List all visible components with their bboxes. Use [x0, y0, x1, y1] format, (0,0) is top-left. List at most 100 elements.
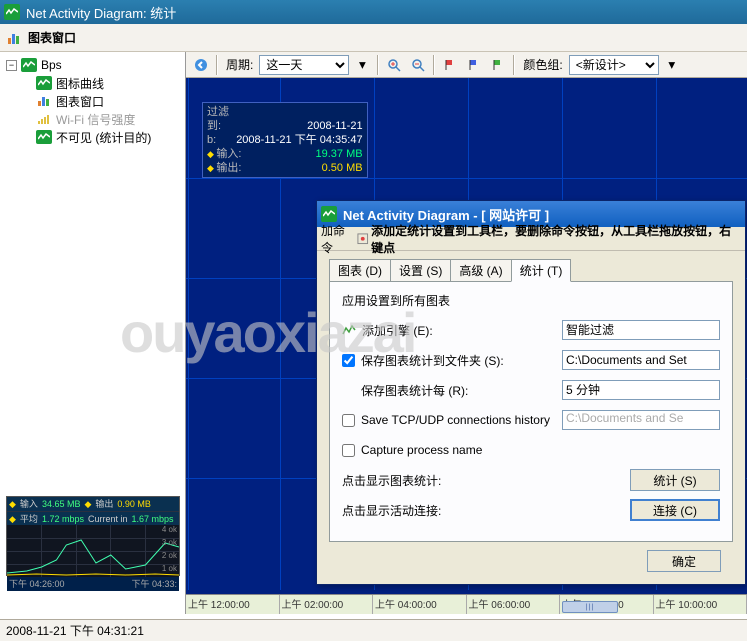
flag-red-button[interactable] — [439, 54, 461, 76]
window-title: Net Activity Diagram: 统计 — [26, 3, 176, 22]
mini-traffic-widget[interactable]: ◆ 输入 34.65 MB ◆ 输出 0.90 MB ◆ 平均 1.72 mbp… — [6, 496, 180, 576]
status-text: 2008-11-21 下午 04:31:21 — [6, 622, 144, 639]
time-tick: 上午 10:00:00 — [654, 595, 747, 614]
settings-dialog: Net Activity Diagram - [ 网站许可 ] 加命令 添加定统… — [316, 200, 746, 585]
tool-icon — [356, 232, 369, 246]
mini-in-value: 34.65 MB — [40, 497, 83, 511]
period-label: 周期: — [226, 56, 253, 73]
chart-icon — [36, 94, 52, 108]
time-tick: 上午 12:00:00 — [186, 595, 280, 614]
save-folder-checkbox[interactable] — [342, 354, 355, 367]
tooltip-value: 19.37 MB — [315, 147, 362, 161]
mini-chart: 4 ok3 ok2 ok1 ok — [7, 525, 179, 577]
zoom-out-button[interactable] — [407, 54, 429, 76]
capture-process-label: Capture process name — [361, 443, 482, 457]
connections-button[interactable]: 连接 (C) — [630, 499, 720, 521]
mini-in-label: 输入 — [18, 497, 40, 511]
tree-item[interactable]: Wi-Fi 信号强度 — [2, 110, 183, 128]
sub-toolbar-label: 图表窗口 — [28, 29, 76, 46]
tree-item-label: 图标曲线 — [56, 75, 104, 92]
mini-foot-right: 下午 04:33: — [131, 577, 177, 591]
colorgroup-select[interactable]: <新设计> — [569, 55, 659, 75]
mini-header: ◆ 输入 34.65 MB ◆ 输出 0.90 MB — [7, 497, 179, 511]
mini-out-label: 输出 — [93, 497, 115, 511]
tab-settings[interactable]: 设置 (S) — [390, 259, 451, 281]
time-tick: 上午 06:00:00 — [467, 595, 561, 614]
tab-chart[interactable]: 图表 (D) — [329, 259, 391, 281]
show-stats-label: 点击显示图表统计: — [342, 472, 441, 489]
mini-cur-label: Current in — [86, 512, 130, 525]
tree-item-label: Wi-Fi 信号强度 — [56, 111, 135, 128]
tree-item[interactable]: 不可见 (统计目的) — [2, 128, 183, 146]
save-every-label: 保存图表统计每 (R): — [361, 382, 468, 399]
flag-blue-button[interactable] — [463, 54, 485, 76]
flag-green-button[interactable] — [487, 54, 509, 76]
colorgroup-label: 颜色组: — [523, 56, 562, 73]
time-axis[interactable]: 上午 12:00:00 上午 02:00:00 上午 04:00:00 上午 0… — [186, 594, 747, 614]
separator — [216, 55, 218, 75]
tooltip-label: 输出: — [207, 161, 241, 175]
dialog-tabs: 图表 (D) 设置 (S) 高级 (A) 统计 (T) — [329, 259, 733, 281]
separator — [433, 55, 435, 75]
tooltip-title: 过滤 — [207, 105, 229, 119]
scroll-thumb[interactable]: ||| — [562, 601, 618, 613]
engine-select[interactable]: 智能过滤 — [562, 320, 720, 340]
tooltip-label: b: — [207, 133, 216, 147]
app-icon — [321, 206, 337, 222]
activity-icon — [36, 76, 52, 90]
chart-window-icon — [6, 30, 22, 46]
save-folder-label: 保存图表统计到文件夹 (S): — [361, 352, 504, 369]
tab-stats[interactable]: 统计 (T) — [511, 259, 572, 282]
dialog-toolbar: 加命令 添加定统计设置到工具栏，要删除命令按钮，从工具栏拖放按钮，右键点 — [317, 227, 745, 251]
time-tick: 上午 04:00:00 — [373, 595, 467, 614]
apply-all-label: 应用设置到所有图表 — [342, 292, 720, 309]
tree-item-label: 不可见 (统计目的) — [56, 129, 151, 146]
tooltip-value: 0.50 MB — [322, 161, 363, 175]
mini-foot-left: 下午 04:26:00 — [9, 577, 65, 591]
sub-toolbar: 图表窗口 — [0, 24, 747, 52]
tooltip-label: 输入: — [207, 147, 241, 161]
show-conn-label: 点击显示活动连接: — [342, 502, 441, 519]
separator — [377, 55, 379, 75]
tree-item[interactable]: 图表窗口 — [2, 92, 183, 110]
main-titlebar: Net Activity Diagram: 统计 — [0, 0, 747, 24]
engine-label: 添加引擎 (E): — [362, 322, 433, 339]
activity-icon — [36, 130, 52, 144]
app-icon — [4, 4, 20, 20]
tab-advanced[interactable]: 高级 (A) — [450, 259, 511, 281]
dropdown-arrow[interactable]: ▾ — [351, 54, 373, 76]
activity-icon — [21, 58, 37, 72]
time-tick: 上午 02:00:00 — [280, 595, 374, 614]
tree-item-label: 图表窗口 — [56, 93, 104, 110]
mini-avg-label: 平均 — [18, 512, 40, 525]
wifi-icon — [36, 112, 52, 126]
mini-avg-value: 1.72 mbps — [40, 512, 86, 525]
mini-header-2: ◆ 平均 1.72 mbps Current in 1.67 mbps — [7, 511, 179, 525]
save-folder-input[interactable] — [562, 350, 720, 370]
save-every-select[interactable]: 5 分钟 — [562, 380, 720, 400]
stats-button[interactable]: 统计 (S) — [630, 469, 720, 491]
chart-toolbar: 周期: 这一天 ▾ 颜色组: <新设计> ▾ — [186, 52, 747, 78]
mini-out-value: 0.90 MB — [115, 497, 153, 511]
dialog-toolbar-text: 添加定统计设置到工具栏，要删除命令按钮，从工具栏拖放按钮，右键点 — [371, 222, 741, 256]
tooltip-value: 2008-11-21 — [307, 119, 362, 133]
mini-cur-value: 1.67 mbps — [129, 512, 175, 525]
ok-button[interactable]: 确定 — [647, 550, 721, 572]
mini-y-labels: 4 ok3 ok2 ok1 ok — [162, 525, 177, 577]
status-bar: 2008-11-21 下午 04:31:21 — [0, 619, 747, 641]
tree-item[interactable]: 图标曲线 — [2, 74, 183, 92]
tcp-history-checkbox[interactable] — [342, 414, 355, 427]
dialog-toolbar-prefix: 加命令 — [321, 222, 356, 256]
capture-process-checkbox[interactable] — [342, 444, 355, 457]
tab-panel-stats: 应用设置到所有图表 添加引擎 (E): 智能过滤 保存图表统计到文件夹 (S): — [329, 281, 733, 542]
mini-footer: 下午 04:26:00 下午 04:33: — [7, 577, 179, 591]
collapse-icon[interactable]: − — [6, 60, 17, 71]
dropdown-arrow[interactable]: ▾ — [661, 54, 683, 76]
period-select[interactable]: 这一天 — [259, 55, 349, 75]
zoom-in-button[interactable] — [383, 54, 405, 76]
back-button[interactable] — [190, 54, 212, 76]
separator — [513, 55, 515, 75]
tooltip-label: 到: — [207, 119, 221, 133]
engine-icon — [342, 323, 356, 337]
tree-root-row[interactable]: − Bps — [2, 56, 183, 74]
